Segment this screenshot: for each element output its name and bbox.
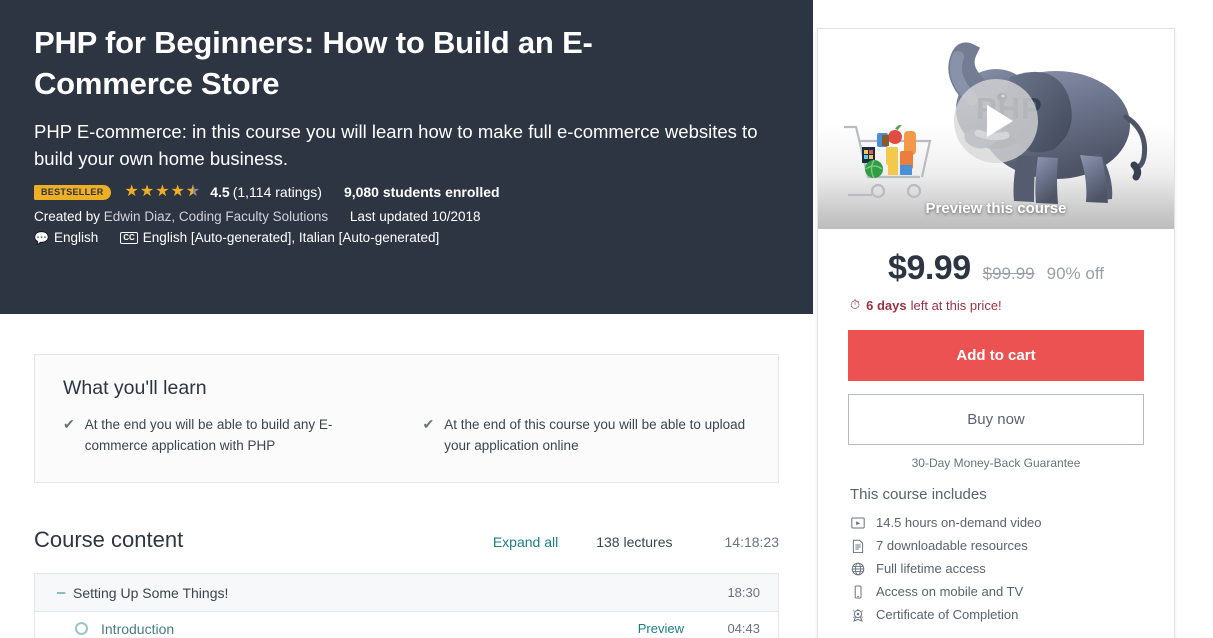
course-content-title: Course content bbox=[34, 527, 184, 552]
includes-item-label: Certificate of Completion bbox=[876, 607, 1019, 622]
closed-caption-icon: CC bbox=[120, 231, 138, 244]
includes-item-label: 14.5 hours on-demand video bbox=[876, 515, 1042, 530]
buy-now-button[interactable]: Buy now bbox=[848, 394, 1144, 445]
learn-item: ✔ At the end you will be able to build a… bbox=[63, 414, 391, 456]
created-by-label: Created by bbox=[34, 209, 104, 224]
course-rating-row: BESTSELLER ★ ★ ★ ★ ★ 4.5 (1,114 ratings)… bbox=[34, 182, 779, 202]
rating-value: 4.5 bbox=[210, 184, 230, 200]
what-you-will-learn-box: What you'll learn ✔ At the end you will … bbox=[34, 354, 779, 483]
php-elephant-illustration bbox=[948, 42, 1148, 204]
includes-item: 7 downloadable resources bbox=[850, 534, 1174, 557]
speech-bubble-icon: 💬 bbox=[34, 230, 49, 245]
section-title: Setting Up Some Things! bbox=[73, 584, 229, 601]
course-captions: English [Auto-generated], Italian [Auto-… bbox=[142, 230, 440, 245]
learn-item-label: At the end you will be able to build any… bbox=[84, 417, 333, 453]
money-back-guarantee: 30-Day Money-Back Guarantee bbox=[911, 456, 1081, 470]
play-triangle-icon bbox=[987, 105, 1013, 137]
lecture-preview-link[interactable]: Preview bbox=[638, 621, 684, 636]
course-hero-banner: PHP for Beginners: How to Build an E-Com… bbox=[0, 0, 813, 314]
total-duration: 14:18:23 bbox=[724, 534, 780, 550]
course-includes-title: This course includes bbox=[850, 486, 987, 503]
document-icon bbox=[850, 538, 865, 553]
play-circle-icon bbox=[75, 622, 88, 635]
includes-item: Access on mobile and TV bbox=[850, 580, 1174, 603]
check-icon: ✔ bbox=[63, 416, 75, 432]
course-includes-section: This course includes 14.5 hours on-deman… bbox=[818, 470, 1174, 638]
students-enrolled: 9,080 students enrolled bbox=[343, 184, 500, 200]
star-rating[interactable]: ★ ★ ★ ★ ★ bbox=[124, 183, 202, 201]
deadline-days: 6 days bbox=[866, 297, 907, 313]
status-badge-bestseller: BESTSELLER bbox=[34, 184, 111, 200]
course-language: English bbox=[53, 230, 99, 245]
current-price: $9.99 bbox=[888, 249, 971, 287]
course-content-list: – Setting Up Some Things! 18:30 Introduc… bbox=[34, 573, 779, 638]
price-deadline: ⏱ 6 days left at this price! bbox=[818, 288, 1174, 313]
video-icon bbox=[850, 515, 865, 530]
star-icon-5-half: ★ bbox=[186, 184, 200, 201]
mobile-icon bbox=[850, 584, 865, 599]
lecture-duration: 04:43 bbox=[727, 621, 760, 636]
lecture-title[interactable]: Introduction bbox=[101, 621, 174, 637]
star-icon-2: ★ bbox=[139, 183, 155, 200]
lecture-count: 138 lectures bbox=[596, 534, 673, 550]
learn-item-label: At the end of this course you will be ab… bbox=[444, 417, 746, 453]
last-updated: Last updated 10/2018 bbox=[349, 209, 481, 224]
author-links[interactable]: Edwin Diaz, Coding Faculty Solutions bbox=[104, 209, 328, 224]
star-icon-4: ★ bbox=[170, 183, 185, 200]
main-content-column: What you'll learn ✔ At the end you will … bbox=[0, 314, 813, 638]
original-price: $99.99 bbox=[982, 264, 1035, 283]
star-icon-1: ★ bbox=[124, 183, 139, 200]
course-subtitle: PHP E-commerce: in this course you will … bbox=[34, 121, 758, 169]
certificate-icon bbox=[850, 607, 865, 622]
includes-item-label: Full lifetime access bbox=[876, 561, 986, 576]
collapse-toggle-icon[interactable]: – bbox=[57, 584, 73, 601]
what-you-will-learn-title: What you'll learn bbox=[63, 377, 207, 399]
stopwatch-icon: ⏱ bbox=[850, 297, 861, 312]
page-title: PHP for Beginners: How to Build an E-Com… bbox=[34, 25, 593, 101]
learn-item: ✔ At the end of this course you will be … bbox=[423, 414, 751, 456]
globe-icon bbox=[850, 561, 865, 576]
includes-item-label: Access on mobile and TV bbox=[876, 584, 1024, 599]
curriculum-section-row[interactable]: – Setting Up Some Things! 18:30 bbox=[35, 574, 778, 612]
includes-item-label: 7 downloadable resources bbox=[876, 538, 1028, 553]
add-to-cart-button[interactable]: Add to cart bbox=[848, 330, 1144, 381]
play-button-icon[interactable] bbox=[954, 79, 1038, 163]
discount-percent: 90% off bbox=[1046, 264, 1104, 283]
section-duration: 18:30 bbox=[727, 585, 760, 600]
course-content-header: Course content Expand all 138 lectures 1… bbox=[34, 527, 779, 553]
rating-count[interactable]: (1,114 ratings) bbox=[233, 184, 322, 200]
expand-all-button[interactable]: Expand all bbox=[493, 534, 558, 550]
preview-course-label: Preview this course bbox=[925, 200, 1067, 217]
check-icon: ✔ bbox=[422, 416, 435, 432]
curriculum-lecture-row[interactable]: Introduction Preview 04:43 bbox=[35, 612, 778, 638]
deadline-text: left at this price! bbox=[910, 297, 1002, 313]
star-icon-3: ★ bbox=[155, 183, 170, 200]
course-language-row: 💬 English CC English [Auto-generated], I… bbox=[34, 230, 779, 245]
includes-item: Certificate of Completion bbox=[850, 603, 1174, 626]
includes-item: Full lifetime access bbox=[850, 557, 1174, 580]
course-landing-page: PHP for Beginners: How to Build an E-Com… bbox=[0, 0, 1213, 638]
price-row: $9.99 $99.99 90% off bbox=[818, 229, 1174, 288]
includes-item: 14.5 hours on-demand video bbox=[850, 511, 1174, 534]
purchase-card: PHP Preview this course $9.99 $99.99 90%… bbox=[817, 28, 1175, 638]
course-preview-video-thumbnail[interactable]: PHP Preview this course bbox=[818, 29, 1174, 229]
course-author-row: Created by Edwin Diaz, Coding Faculty So… bbox=[34, 209, 779, 224]
